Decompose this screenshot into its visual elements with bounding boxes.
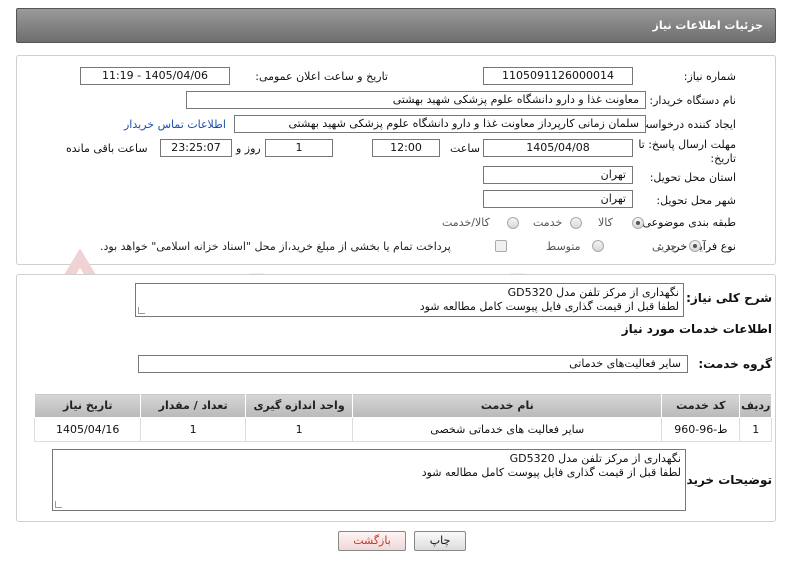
process-option-minor: جزیی bbox=[652, 240, 678, 253]
back-button[interactable]: بازگشت bbox=[338, 531, 406, 551]
resize-handle-icon[interactable] bbox=[55, 501, 62, 508]
cell-code: ط-96-960 bbox=[661, 417, 741, 442]
category-option-goods-service: کالا/خدمت bbox=[442, 216, 490, 229]
days-label: روز و bbox=[236, 142, 261, 155]
province-field: تهران bbox=[483, 166, 633, 184]
category-option-service: خدمت bbox=[533, 216, 563, 229]
buyer-org-label: نام دستگاه خریدار: bbox=[649, 94, 736, 107]
summary-line-1: نگهداری از مرکز تلفن مدل GD5320 bbox=[507, 286, 679, 299]
announce-date-label: تاریخ و ساعت اعلان عمومی: bbox=[255, 70, 388, 83]
services-table: ردیف کد خدمت نام خدمت واحد اندازه گیری ت… bbox=[33, 393, 772, 442]
summary-label: شرح کلی نیاز: bbox=[686, 291, 772, 305]
cell-date: 1405/04/16 bbox=[33, 417, 142, 442]
category-radio-goods[interactable] bbox=[632, 217, 644, 229]
process-radio-minor[interactable] bbox=[689, 240, 701, 252]
buyer-notes-line-1: نگهداری از مرکز تلفن مدل GD5320 bbox=[509, 452, 681, 465]
cell-unit: 1 bbox=[244, 417, 354, 442]
days-remaining-field: 1 bbox=[265, 139, 333, 157]
process-radio-medium[interactable] bbox=[592, 240, 604, 252]
col-qty: تعداد / مقدار bbox=[140, 393, 246, 418]
province-label: استان محل تحویل: bbox=[649, 171, 736, 184]
table-header-row: ردیف کد خدمت نام خدمت واحد اندازه گیری ت… bbox=[33, 393, 772, 418]
cell-name: سایر فعالیت های خدماتی شخصی bbox=[352, 417, 663, 442]
category-radio-service[interactable] bbox=[570, 217, 582, 229]
resize-handle-icon[interactable] bbox=[138, 307, 145, 314]
buyer-contact-link[interactable]: اطلاعات تماس خریدار bbox=[124, 118, 226, 131]
need-info-panel bbox=[16, 55, 776, 265]
category-radio-goods-service[interactable] bbox=[507, 217, 519, 229]
col-name: نام خدمت bbox=[352, 393, 663, 418]
page-title: جزئیات اطلاعات نیاز bbox=[652, 19, 764, 32]
deadline-time-label: ساعت bbox=[450, 142, 480, 155]
cell-qty: 1 bbox=[140, 417, 246, 442]
city-field: تهران bbox=[483, 190, 633, 208]
cell-row: 1 bbox=[739, 417, 772, 442]
deadline-label: مهلت ارسال پاسخ: تا bbox=[638, 138, 736, 151]
category-option-goods: کالا bbox=[598, 216, 613, 229]
col-date: تاریخ نیاز bbox=[33, 393, 142, 418]
category-label: طبقه بندی موضوعی: bbox=[638, 216, 736, 229]
buyer-notes-textarea[interactable]: نگهداری از مرکز تلفن مدل GD5320 لطفا قبل… bbox=[52, 449, 686, 511]
remaining-time-label: ساعت باقی مانده bbox=[66, 142, 148, 155]
deadline-date-field: 1405/04/08 bbox=[483, 139, 633, 157]
buyer-notes-line-2: لطفا قبل از قیمت گذاری فایل پیوست کامل م… bbox=[421, 466, 681, 479]
print-button[interactable]: چاپ bbox=[414, 531, 466, 551]
service-group-label: گروه خدمت: bbox=[698, 357, 772, 371]
requester-field: سلمان زمانی کارپرداز معاونت غذا و دارو د… bbox=[234, 115, 646, 133]
announce-date-field: 1405/04/06 - 11:19 bbox=[80, 67, 230, 85]
remaining-time-field: 23:25:07 bbox=[160, 139, 232, 157]
need-number-field: 1105091126000014 bbox=[483, 67, 633, 85]
buyer-org-field: معاونت غذا و دارو دانشگاه علوم پزشکی شهی… bbox=[186, 91, 646, 109]
deadline-date-label: تاریخ: bbox=[710, 152, 736, 165]
page-header: جزئیات اطلاعات نیاز bbox=[16, 8, 776, 43]
city-label: شهر محل تحویل: bbox=[656, 194, 736, 207]
treasury-payment-note: پرداخت تمام یا بخشی از مبلغ خرید،از محل … bbox=[100, 240, 451, 253]
summary-textarea[interactable]: نگهداری از مرکز تلفن مدل GD5320 لطفا قبل… bbox=[135, 283, 684, 317]
col-code: کد خدمت bbox=[661, 393, 741, 418]
deadline-time-field: 12:00 bbox=[372, 139, 440, 157]
col-row: ردیف bbox=[739, 393, 772, 418]
col-unit: واحد اندازه گیری bbox=[244, 393, 354, 418]
treasury-checkbox[interactable] bbox=[495, 240, 507, 252]
services-section-title: اطلاعات خدمات مورد نیاز bbox=[621, 322, 772, 336]
requester-label: ایجاد کننده درخواست: bbox=[634, 118, 736, 131]
summary-line-2: لطفا قبل از قیمت گذاری فایل پیوست کامل م… bbox=[419, 300, 679, 313]
need-number-label: شماره نیاز: bbox=[683, 70, 736, 83]
process-option-medium: متوسط bbox=[546, 240, 581, 253]
service-group-field: سایر فعالیت‌های خدماتی bbox=[138, 355, 688, 373]
table-row: 1 ط-96-960 سایر فعالیت های خدماتی شخصی 1… bbox=[33, 417, 772, 442]
